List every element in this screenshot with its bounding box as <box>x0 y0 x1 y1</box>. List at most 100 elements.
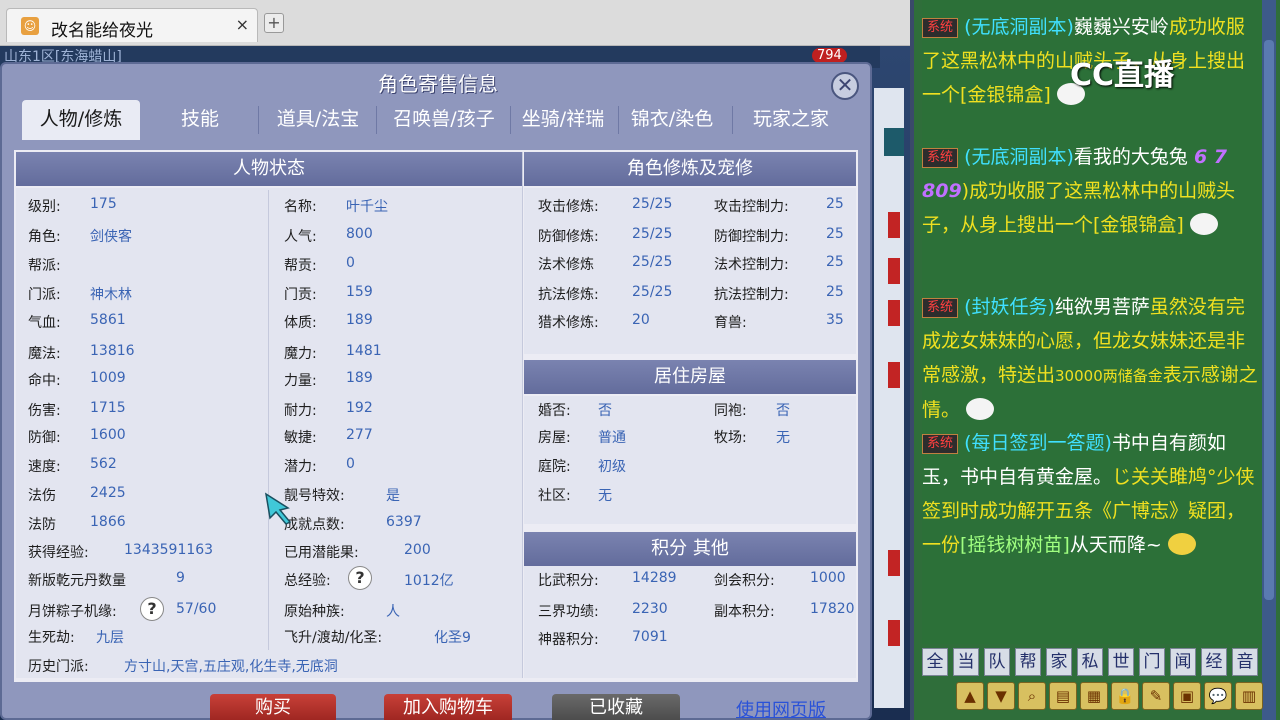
channel-button[interactable]: 门 <box>1139 648 1165 676</box>
add-cart-button[interactable]: 加入购物车 <box>384 694 512 720</box>
dialog-tabs: 人物/修炼 技能 道具/法宝 召唤兽/孩子 坐骑/祥瑞 锦衣/染色 玩家之家 <box>22 100 852 140</box>
field-value: 159 <box>346 284 373 300</box>
chat-tool-icon[interactable]: ▥ <box>1235 682 1263 710</box>
house-panel <box>524 396 856 524</box>
browser-tab[interactable]: ☺ 改名能给夜光 × <box>6 8 258 42</box>
side-marker <box>888 362 900 388</box>
field-value: 1000 <box>810 570 846 586</box>
tab-favicon-icon: ☺ <box>21 17 39 35</box>
tab-pets[interactable]: 召唤兽/孩子 <box>380 100 508 140</box>
field-label: 帮贡: <box>284 258 317 274</box>
chat-tool-icon[interactable]: 💬 <box>1204 682 1232 710</box>
field-value: 20 <box>632 312 650 328</box>
chat-tool-icon[interactable]: ▣ <box>1173 682 1201 710</box>
field-value: 普通 <box>598 430 626 446</box>
channel-button[interactable]: 队 <box>984 648 1010 676</box>
field-value: 2425 <box>90 485 126 501</box>
tab-player-home[interactable]: 玩家之家 <box>736 100 846 140</box>
field-label: 攻击修炼: <box>538 199 599 215</box>
field-label: 潜力: <box>284 459 317 475</box>
field-label: 抗法修炼: <box>538 287 599 303</box>
help-icon[interactable]: ? <box>348 566 372 590</box>
channel-button[interactable]: 世 <box>1108 648 1134 676</box>
field-value: 1481 <box>346 343 382 359</box>
tab-mounts[interactable]: 坐骑/祥瑞 <box>512 100 614 140</box>
field-label: 门派: <box>28 287 61 303</box>
web-version-link[interactable]: 使用网页版 <box>736 696 826 720</box>
tab-skills[interactable]: 技能 <box>152 100 248 140</box>
chat-message: 系统 (无底洞副本)看我的大兔兔 6 7 809)成功收服了这黑松林中的山贼头子… <box>922 140 1258 290</box>
field-label: 魔力: <box>284 346 317 362</box>
feisheng-label: 飞升/渡劫/化圣: <box>284 630 383 646</box>
field-value: 否 <box>598 403 612 419</box>
field-label: 伤害: <box>28 403 61 419</box>
field-value: 192 <box>346 400 373 416</box>
channel-button[interactable]: 闻 <box>1170 648 1196 676</box>
field-label: 体质: <box>284 315 317 331</box>
msg-channel: (封妖任务) <box>964 296 1055 318</box>
new-tab-button[interactable]: + <box>264 13 284 33</box>
msg-item[interactable]: [摇钱树树苗] <box>960 534 1070 556</box>
msg-player[interactable]: 看我的大兔兔 <box>1074 146 1188 168</box>
browser-tab-bar: ☺ 改名能给夜光 × + <box>0 0 910 46</box>
shengsi-label: 生死劫: <box>28 630 75 646</box>
chat-message: 系统 (封妖任务)纯欲男菩萨虽然没有完成龙女妹妹的心愿，但龙女妹妹还是非常感激，… <box>922 290 1258 430</box>
chat-tool-icon[interactable]: ✎ <box>1142 682 1170 710</box>
help-icon[interactable]: ? <box>140 597 164 621</box>
chat-tool-icon[interactable]: ▦ <box>1080 682 1108 710</box>
msg-player[interactable]: 巍巍兴安岭 <box>1074 16 1169 38</box>
channel-button[interactable]: 帮 <box>1015 648 1041 676</box>
channel-button[interactable]: 当 <box>953 648 979 676</box>
side-marker <box>888 300 900 326</box>
field-value: 2230 <box>632 601 668 617</box>
msg-item[interactable]: [金银锦盒] <box>1093 214 1184 236</box>
channel-button[interactable]: 音 <box>1232 648 1258 676</box>
tab-character[interactable]: 人物/修炼 <box>22 100 140 140</box>
field-value: 神木林 <box>90 287 132 303</box>
field-value: 剑侠客 <box>90 229 132 245</box>
field-label: 耐力: <box>284 403 317 419</box>
cultivation-panel-title: 角色修炼及宠修 <box>524 152 856 186</box>
msg-player[interactable]: 纯欲男菩萨 <box>1055 296 1150 318</box>
tab-items[interactable]: 道具/法宝 <box>262 100 374 140</box>
history-value: 方寸山,天宫,五庄观,化生寺,无底洞 <box>124 659 338 675</box>
close-icon[interactable]: ✕ <box>831 72 859 100</box>
channel-button[interactable]: 家 <box>1046 648 1072 676</box>
chat-tool-icon[interactable]: 🔒 <box>1111 682 1139 710</box>
chat-tool-icon[interactable]: ⌕ <box>1018 682 1046 710</box>
channel-button[interactable]: 全 <box>922 648 948 676</box>
field-value: 14289 <box>632 570 677 586</box>
msg-item[interactable]: [金银锦盒] <box>960 84 1051 106</box>
tab-close-icon[interactable]: × <box>236 15 249 34</box>
field-value: 25 <box>826 226 844 242</box>
field-label: 防御: <box>28 430 61 446</box>
chat-scroll-thumb[interactable] <box>1264 40 1274 600</box>
field-value: 5861 <box>90 312 126 328</box>
channel-button[interactable]: 私 <box>1077 648 1103 676</box>
game-count-badge: 794 <box>812 48 847 63</box>
msg-channel: (无底洞副本) <box>964 146 1074 168</box>
qiankun-label: 新版乾元丹数量 <box>28 573 126 589</box>
channel-button[interactable]: 经 <box>1201 648 1227 676</box>
game-side-strip <box>874 88 904 708</box>
field-label: 法伤 <box>28 488 56 504</box>
buy-button[interactable]: 购买 <box>210 694 336 720</box>
field-value: 7091 <box>632 629 668 645</box>
field-label: 同袍: <box>714 403 747 419</box>
race-label: 原始种族: <box>284 604 345 620</box>
tab-outfits[interactable]: 锦衣/染色 <box>622 100 722 140</box>
dialog-title: 角色寄售信息 <box>378 72 498 96</box>
system-tag: 系统 <box>922 148 959 168</box>
game-side-tab[interactable] <box>884 128 904 156</box>
field-value: 0 <box>346 255 355 271</box>
chat-tool-icon[interactable]: ▲ <box>956 682 984 710</box>
field-label: 门贡: <box>284 287 317 303</box>
system-tag: 系统 <box>922 434 959 454</box>
chat-tool-icon[interactable]: ▤ <box>1049 682 1077 710</box>
collected-button[interactable]: 已收藏 <box>552 694 680 720</box>
msg-player[interactable]: じ关关雎鸠° <box>1112 466 1217 488</box>
field-value: 562 <box>90 456 117 472</box>
field-label: 育兽: <box>714 315 747 331</box>
msg-channel: (无底洞副本) <box>964 16 1074 38</box>
chat-tool-icon[interactable]: ▼ <box>987 682 1015 710</box>
